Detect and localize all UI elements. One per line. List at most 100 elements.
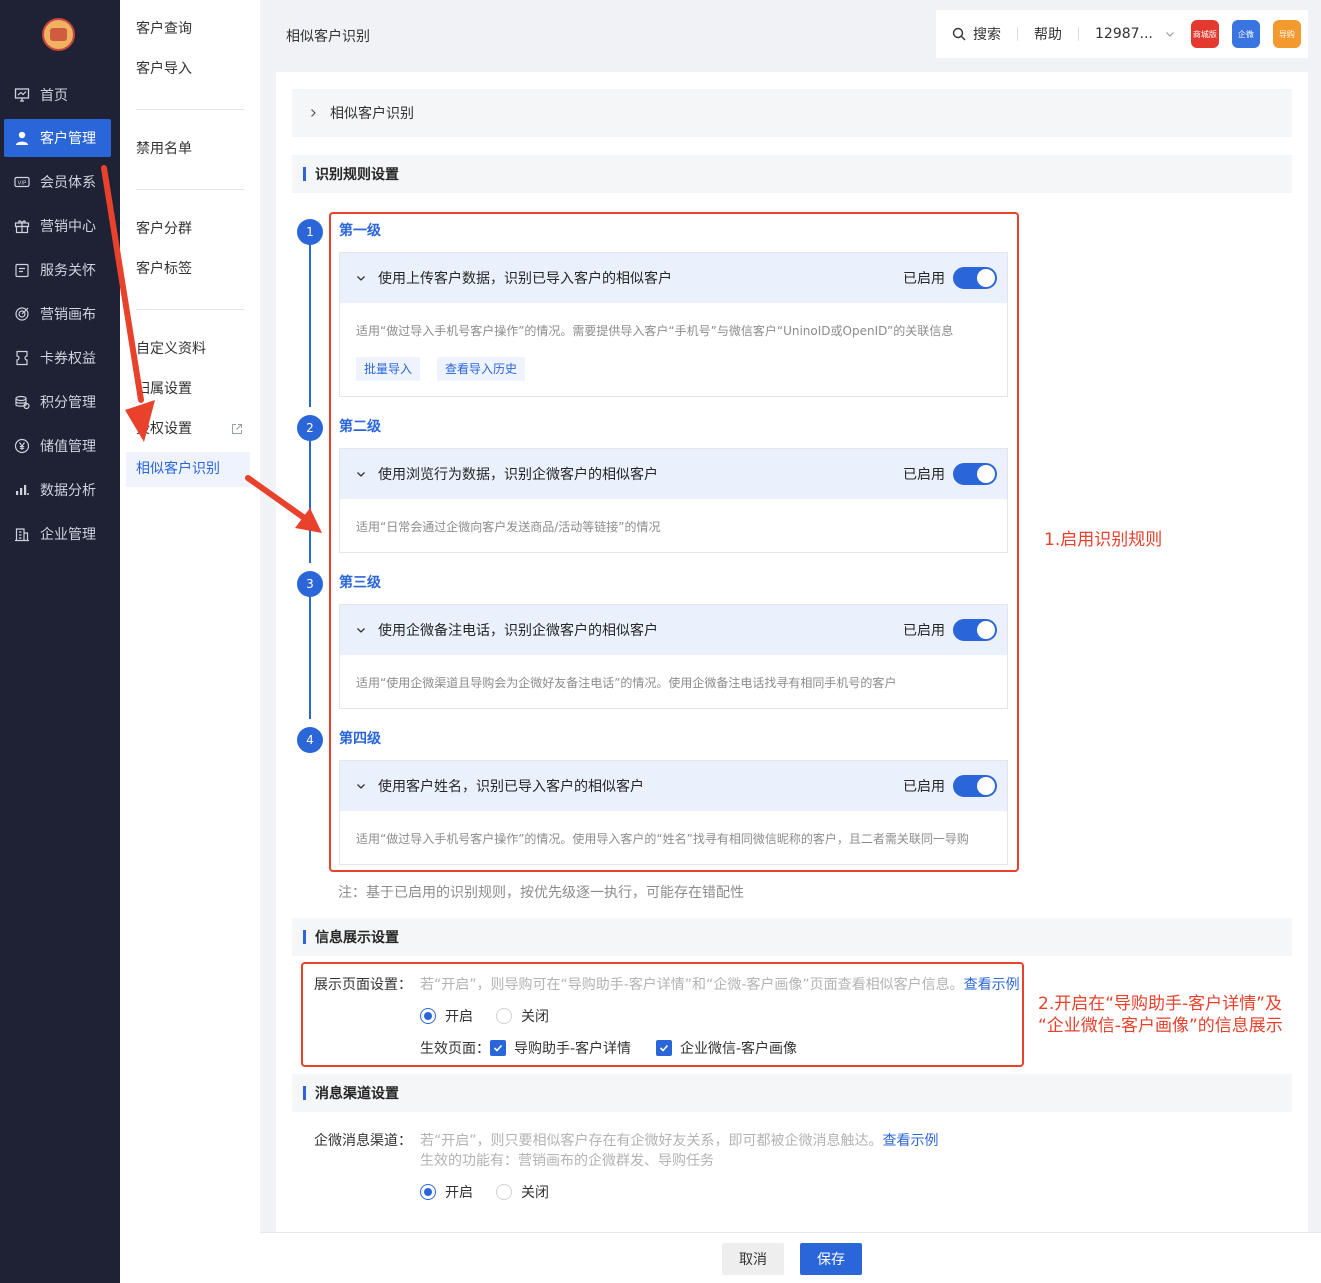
nav-item-service-care[interactable]: 服务关怀 (4, 251, 111, 289)
calendar-icon (13, 262, 30, 279)
section-title: 消息渠道设置 (315, 1086, 399, 1102)
collapse-title: 相似客户识别 (330, 106, 414, 122)
user-icon (13, 130, 30, 147)
target-icon (13, 306, 30, 323)
submenu-item-ownership-settings[interactable]: 归属设置 (136, 379, 192, 399)
section-rules-header: 识别规则设置 (292, 155, 1292, 193)
vip-icon: VIP (13, 174, 30, 191)
hint-text: 若“开启”，则只要相似客户存在有企微好友关系，即可都被企微消息触达。 (420, 1133, 883, 1149)
annotation-box-display (301, 962, 1024, 1067)
nav-item-stored-value[interactable]: 储值管理 (4, 427, 111, 465)
nav-label: 会员体系 (40, 175, 96, 191)
coins-icon (13, 394, 30, 411)
search-icon (952, 27, 966, 41)
nav-label: 客户管理 (40, 131, 96, 147)
channel-hint-functions: 生效的功能有：营销画布的企微群发、导购任务 (420, 1153, 714, 1169)
account-dropdown[interactable]: 12987... (1095, 26, 1175, 42)
step-marker: 4 (297, 727, 323, 753)
main-nav: 首页 客户管理 VIP 会员体系 营销中心 服务关怀 营销画布 卡券权益 积分管… (0, 0, 120, 1283)
nav-item-membership[interactable]: VIP 会员体系 (4, 163, 111, 201)
yen-icon (13, 438, 30, 455)
monitor-icon (13, 87, 30, 104)
timeline-line (309, 441, 311, 563)
brand-logo[interactable] (42, 18, 75, 51)
submenu-item-customer-tags[interactable]: 客户标签 (136, 259, 192, 279)
nav-label: 企业管理 (40, 527, 96, 543)
nav-label: 积分管理 (40, 395, 96, 411)
nav-label: 首页 (40, 88, 68, 104)
wecom-app-icon[interactable]: 企微 (1231, 20, 1260, 48)
svg-text:VIP: VIP (17, 181, 26, 187)
save-button[interactable]: 保存 (800, 1243, 862, 1275)
page-title: 相似客户识别 (286, 29, 370, 45)
divider (136, 189, 244, 190)
footer-bar (260, 1232, 1321, 1283)
nav-label: 营销中心 (40, 219, 96, 235)
account-label: 12987... (1095, 26, 1153, 42)
divider (1078, 27, 1079, 41)
external-link-icon[interactable] (231, 423, 243, 435)
app-label: 商城版 (1192, 29, 1217, 39)
chevron-down-icon (1165, 32, 1174, 37)
app-label: 企微 (1237, 29, 1254, 39)
guide-app-icon[interactable]: 导购 (1272, 20, 1301, 48)
nav-label: 卡券权益 (40, 351, 96, 367)
section-title: 信息展示设置 (315, 930, 399, 946)
submenu-item-customer-segments[interactable]: 客户分群 (136, 219, 192, 239)
nav-item-home[interactable]: 首页 (4, 76, 111, 114)
collapse-header[interactable]: 相似客户识别 (292, 89, 1292, 137)
nav-item-points[interactable]: 积分管理 (4, 383, 111, 421)
radio-label: 开启 (445, 1185, 473, 1201)
rules-note: 注：基于已启用的识别规则，按优先级逐一执行，可能存在错配性 (338, 885, 744, 901)
help-button[interactable]: 帮助 (1034, 24, 1062, 44)
divider (1017, 27, 1018, 41)
search-button[interactable]: 搜索 (952, 24, 1001, 44)
app-label: 导购 (1278, 29, 1295, 39)
sub-menu: 客户查询 客户导入 禁用名单 客户分群 客户标签 自定义资料 归属设置 授权设置… (120, 0, 260, 1283)
nav-label: 储值管理 (40, 439, 96, 455)
nav-label: 营销画布 (40, 307, 96, 323)
submenu-item-blocklist[interactable]: 禁用名单 (136, 139, 192, 159)
search-label: 搜索 (973, 27, 1001, 43)
radio-label: 关闭 (521, 1185, 549, 1201)
annotation-step1: 1.启用识别规则 (1044, 530, 1163, 550)
annotation-step2-line1: 2.开启在“导购助手-客户详情”及 (1038, 994, 1282, 1014)
cancel-button[interactable]: 取消 (722, 1243, 784, 1275)
nav-item-data-analysis[interactable]: 数据分析 (4, 471, 111, 509)
view-example-link[interactable]: 查看示例 (883, 1133, 939, 1149)
nav-item-marketing-canvas[interactable]: 营销画布 (4, 295, 111, 333)
step-marker: 2 (297, 415, 323, 441)
chevron-right-icon (311, 109, 316, 117)
nav-label: 数据分析 (40, 483, 96, 499)
section-channel-header: 消息渠道设置 (292, 1074, 1292, 1112)
divider (136, 109, 244, 110)
submenu-item-customer-query[interactable]: 客户查询 (136, 19, 192, 39)
submenu-item-authorization-settings[interactable]: 授权设置 (136, 419, 192, 439)
nav-label: 服务关怀 (40, 263, 96, 279)
channel-radio-off[interactable]: 关闭 (496, 1182, 549, 1202)
divider (136, 309, 244, 310)
nav-item-marketing-center[interactable]: 营销中心 (4, 207, 111, 245)
building-icon (13, 526, 30, 543)
nav-item-customer-management[interactable]: 客户管理 (4, 119, 111, 157)
nav-item-coupons[interactable]: 卡券权益 (4, 339, 111, 377)
mall-app-icon[interactable]: 商城版 (1190, 20, 1219, 48)
section-title: 识别规则设置 (315, 167, 399, 183)
step-marker: 1 (297, 219, 323, 245)
top-toolbar: 搜索 帮助 12987... 商城版 企微 导购 (936, 10, 1308, 58)
annotation-step2-line2: “企业微信-客户画像”的信息展示 (1038, 1016, 1283, 1036)
timeline-line (309, 245, 311, 407)
channel-hint: 若“开启”，则只要相似客户存在有企微好友关系，即可都被企微消息触达。查看示例 (420, 1130, 939, 1150)
coupon-icon (13, 350, 30, 367)
annotation-box-rules (329, 212, 1019, 872)
channel-radio-on[interactable]: 开启 (420, 1182, 473, 1202)
nav-item-enterprise[interactable]: 企业管理 (4, 515, 111, 553)
submenu-item-custom-fields[interactable]: 自定义资料 (136, 339, 206, 359)
section-display-header: 信息展示设置 (292, 918, 1292, 956)
wecom-channel-label: 企微消息渠道： (314, 1133, 412, 1149)
step-marker: 3 (297, 571, 323, 597)
timeline-line (309, 597, 311, 719)
submenu-item-customer-import[interactable]: 客户导入 (136, 59, 192, 79)
gift-icon (13, 218, 30, 235)
submenu-item-similar-customers[interactable]: 相似客户识别 (136, 459, 220, 479)
